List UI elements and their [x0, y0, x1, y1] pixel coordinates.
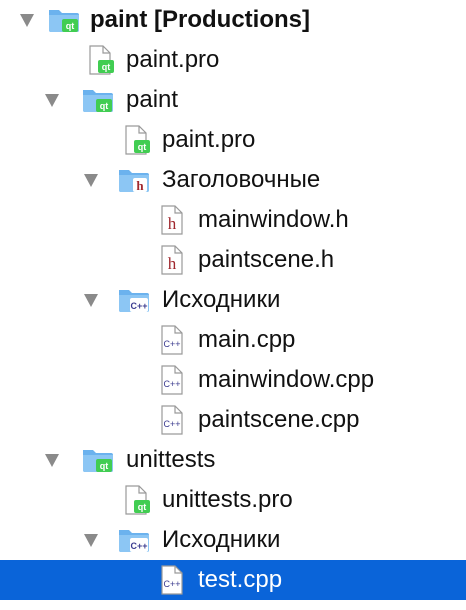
cpp-file-icon: C++: [156, 325, 188, 355]
tree-item-paint-pro[interactable]: qt paint.pro: [0, 40, 466, 80]
svg-text:C++: C++: [163, 419, 180, 429]
header-file-icon: h: [156, 245, 188, 275]
svg-text:C++: C++: [163, 579, 180, 589]
qt-pro-file-icon: qt: [84, 45, 116, 75]
tree-item-unittests[interactable]: qt unittests: [0, 440, 466, 480]
tree-item-label: unittests.pro: [162, 486, 293, 513]
tree-item-label: test.cpp: [198, 566, 283, 593]
expand-arrow-icon[interactable]: [20, 14, 34, 27]
tree-item-sources[interactable]: C++ Исходники: [0, 280, 466, 320]
tree-item-label: paint [Productions]: [90, 6, 310, 33]
tree-item-paintscene-cpp[interactable]: C++ paintscene.cpp: [0, 400, 466, 440]
tree-item-test-cpp[interactable]: C++ test.cpp: [0, 560, 466, 600]
project-tree: qt paint [Productions] qt paint.pro qt p…: [0, 0, 466, 610]
expand-arrow-icon[interactable]: [84, 174, 98, 187]
cpp-file-icon: C++: [156, 365, 188, 395]
qt-folder-icon: qt: [82, 85, 114, 115]
svg-text:C++: C++: [163, 379, 180, 389]
tree-item-label: paintscene.cpp: [198, 406, 360, 433]
tree-item-label: paint.pro: [162, 126, 256, 153]
tree-item-paint-productions[interactable]: qt paint [Productions]: [0, 0, 466, 40]
qt-folder-icon: qt: [82, 445, 114, 475]
qt-pro-file-icon: qt: [120, 485, 152, 515]
tree-item-label: paintscene.h: [198, 246, 335, 273]
svg-text:h: h: [168, 214, 177, 233]
header-file-icon: h: [156, 205, 188, 235]
tree-item-label: mainwindow.cpp: [198, 366, 375, 393]
qt-pro-file-icon: qt: [120, 125, 152, 155]
tree-item-paint[interactable]: qt paint: [0, 80, 466, 120]
svg-text:qt: qt: [138, 502, 147, 512]
svg-text:qt: qt: [138, 142, 147, 152]
expand-arrow-icon[interactable]: [45, 94, 59, 107]
expand-arrow-icon[interactable]: [45, 454, 59, 467]
tree-item-label: unittests: [126, 446, 216, 473]
svg-text:C++: C++: [130, 541, 147, 551]
headers-folder-icon: h: [118, 165, 150, 195]
tree-item-headers[interactable]: h Заголовочные: [0, 160, 466, 200]
sources-folder-icon: C++: [118, 285, 150, 315]
expand-arrow-icon[interactable]: [84, 294, 98, 307]
tree-item-paintscene-h[interactable]: h paintscene.h: [0, 240, 466, 280]
tree-item-label: mainwindow.h: [198, 206, 349, 233]
svg-text:C++: C++: [163, 339, 180, 349]
tree-item-mainwindow-h[interactable]: h mainwindow.h: [0, 200, 466, 240]
svg-text:qt: qt: [100, 461, 109, 471]
svg-text:qt: qt: [100, 101, 109, 111]
svg-text:qt: qt: [102, 62, 111, 72]
tree-item-mainwindow-cpp[interactable]: C++ mainwindow.cpp: [0, 360, 466, 400]
tree-item-sources[interactable]: C++ Исходники: [0, 520, 466, 560]
tree-item-label: paint: [126, 86, 179, 113]
tree-item-label: main.cpp: [198, 326, 296, 353]
cpp-file-icon: C++: [156, 565, 188, 595]
tree-item-label: paint.pro: [126, 46, 220, 73]
sources-folder-icon: C++: [118, 525, 150, 555]
svg-text:h: h: [168, 254, 177, 273]
qt-folder-icon: qt: [48, 5, 80, 35]
svg-text:h: h: [136, 178, 144, 193]
expand-arrow-icon[interactable]: [84, 534, 98, 547]
svg-text:C++: C++: [130, 301, 147, 311]
tree-item-label: Заголовочные: [162, 166, 321, 193]
tree-item-main-cpp[interactable]: C++ main.cpp: [0, 320, 466, 360]
tree-item-label: Исходники: [162, 526, 281, 553]
cpp-file-icon: C++: [156, 405, 188, 435]
tree-item-label: Исходники: [162, 286, 281, 313]
tree-item-unittests-pro[interactable]: qt unittests.pro: [0, 480, 466, 520]
tree-item-paint-pro[interactable]: qt paint.pro: [0, 120, 466, 160]
svg-text:qt: qt: [66, 21, 75, 31]
